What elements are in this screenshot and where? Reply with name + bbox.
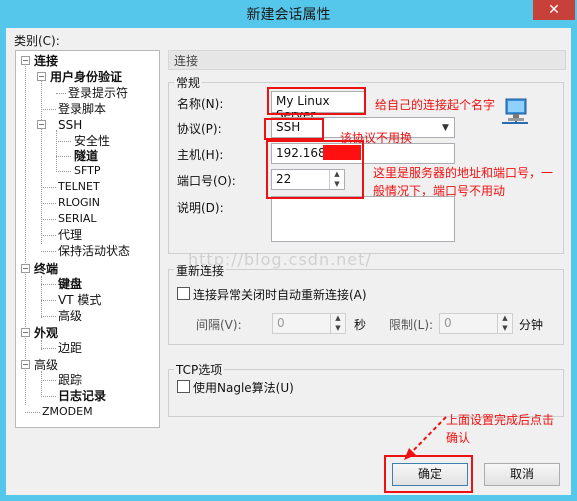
tree-branch — [41, 219, 56, 220]
nagle-label: 使用Nagle算法(U) — [193, 381, 294, 395]
tcp-group-label: TCP选项 — [174, 361, 225, 378]
annotation-box-name — [267, 87, 366, 115]
close-button[interactable]: ✕ — [533, 0, 575, 20]
collapse-icon[interactable]: − — [21, 56, 30, 65]
tree-branch — [41, 235, 56, 236]
interval-field[interactable]: 0 ▲ ▼ — [272, 313, 346, 334]
tree-item[interactable]: VT 模式 — [58, 293, 101, 307]
tree-item[interactable]: 边距 — [58, 341, 82, 355]
panel-title: 连接 — [174, 54, 199, 68]
auto-reconnect-label: 连接异常关闭时自动重新连接(A) — [193, 288, 367, 302]
tree-guide-line — [25, 63, 26, 405]
limit-label: 限制(L): — [389, 318, 434, 332]
limit-unit: 分钟 — [519, 318, 544, 332]
panel-header — [168, 50, 566, 70]
watermark: http://blog.csdn.net/ — [188, 250, 372, 269]
category-tree[interactable]: − 连接 − 用户身份验证 登录提示符 登录脚本 − SSH 安全性 隧道 SF… — [15, 50, 160, 428]
tree-branch — [41, 380, 56, 381]
tree-item[interactable]: 跟踪 — [58, 373, 82, 387]
tree-branch — [41, 396, 56, 397]
tree-branch — [41, 203, 56, 204]
tree-guide-line — [56, 130, 57, 170]
category-label: 类别(C): — [14, 34, 60, 48]
tree-branch — [41, 187, 56, 188]
collapse-icon[interactable]: − — [37, 72, 46, 81]
tree-item[interactable]: 日志记录 — [58, 389, 106, 403]
annotation-ok-note-line1: 上面设置完成后点击 — [446, 413, 555, 427]
limit-value: 0 — [444, 316, 452, 330]
name-label: 名称(N): — [177, 97, 224, 111]
interval-spinner[interactable]: ▲ ▼ — [330, 314, 345, 333]
tree-item[interactable]: TELNET — [58, 180, 100, 194]
interval-label: 间隔(V): — [196, 318, 242, 332]
port-label: 端口号(O): — [177, 174, 236, 188]
tree-item[interactable]: SFTP — [74, 164, 100, 178]
network-computer-icon — [498, 95, 532, 129]
annotation-host-note-line1: 这里是服务器的地址和端口号，一 — [373, 166, 554, 180]
collapse-icon[interactable]: − — [21, 360, 30, 369]
collapse-icon[interactable]: − — [21, 328, 30, 337]
spin-down-icon[interactable]: ▼ — [331, 324, 345, 334]
annotation-arrow-icon — [400, 412, 450, 462]
cancel-button[interactable]: 取消 — [484, 463, 560, 486]
tree-branch — [41, 300, 56, 301]
tree-item[interactable]: 登录提示符 — [68, 86, 128, 100]
chevron-down-icon[interactable]: ▼ — [439, 121, 452, 135]
tree-branch — [41, 251, 56, 252]
tree-item[interactable]: 高级 — [58, 309, 82, 323]
tree-item[interactable]: 用户身份验证 — [50, 70, 122, 84]
spin-down-icon[interactable]: ▼ — [498, 324, 512, 334]
general-group-label: 常规 — [174, 74, 203, 91]
tree-item[interactable]: 保持活动状态 — [58, 244, 130, 258]
limit-field[interactable]: 0 ▲ ▼ — [439, 313, 513, 334]
tree-item[interactable]: 隧道 — [74, 149, 98, 163]
tree-item[interactable]: 安全性 — [74, 134, 110, 148]
description-label: 说明(D): — [177, 201, 224, 215]
interval-unit: 秒 — [354, 318, 367, 332]
tree-item[interactable]: 终端 — [34, 262, 58, 276]
annotation-box-protocol — [264, 118, 324, 140]
nagle-checkbox[interactable] — [177, 380, 190, 393]
tree-branch — [41, 348, 56, 349]
collapse-icon[interactable]: − — [21, 264, 30, 273]
tree-item[interactable]: 代理 — [58, 228, 82, 242]
tree-branch — [56, 141, 71, 142]
tree-item[interactable]: SERIAL — [58, 212, 96, 226]
tree-item[interactable]: RLOGIN — [58, 196, 100, 210]
tree-branch — [56, 171, 71, 172]
tree-guide-line — [41, 371, 42, 397]
tree-item[interactable]: ZMODEM — [42, 405, 93, 419]
tree-item[interactable]: 连接 — [34, 54, 58, 68]
tree-item[interactable]: SSH — [58, 118, 82, 132]
description-field[interactable] — [271, 196, 455, 242]
spin-up-icon[interactable]: ▲ — [331, 314, 345, 324]
auto-reconnect-checkbox[interactable] — [177, 287, 190, 300]
tree-guide-line — [41, 276, 42, 318]
tree-item[interactable]: 登录脚本 — [58, 102, 106, 116]
tree-branch — [56, 156, 71, 157]
window-title: 新建会话属性 — [246, 7, 331, 23]
tree-item[interactable]: 键盘 — [58, 277, 82, 291]
protocol-label: 协议(P): — [177, 122, 222, 136]
limit-spinner[interactable]: ▲ ▼ — [497, 314, 512, 333]
annotation-name-note: 给自己的连接起个名字 — [375, 98, 496, 112]
interval-value: 0 — [277, 316, 285, 330]
tree-item[interactable]: 外观 — [34, 326, 58, 340]
annotation-host-note-line2: 般情况下，端口号不用动 — [373, 184, 506, 198]
tree-branch — [41, 109, 56, 110]
tree-item[interactable]: 高级 — [34, 358, 58, 372]
spin-up-icon[interactable]: ▲ — [498, 314, 512, 324]
tree-branch — [41, 316, 56, 317]
annotation-box-host-port — [266, 140, 364, 199]
tree-branch — [56, 93, 66, 94]
tree-branch — [25, 412, 40, 413]
host-label: 主机(H): — [177, 148, 224, 162]
tree-branch — [41, 284, 56, 285]
collapse-icon[interactable]: − — [37, 120, 46, 129]
